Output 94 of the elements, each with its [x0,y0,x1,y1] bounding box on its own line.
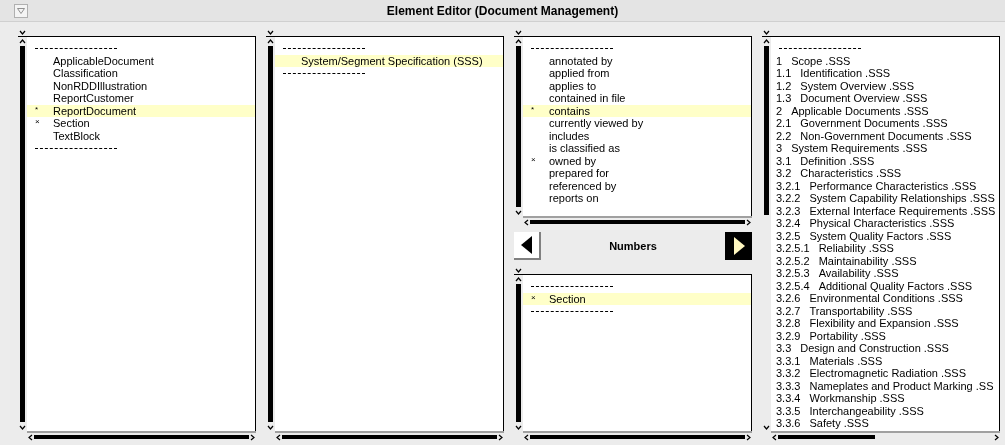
horizontal-scrollbar[interactable] [523,431,752,441]
outline-item[interactable]: 3.3.3 Nameplates and Product Marking .SS [771,379,999,392]
vertical-scrollbar[interactable] [762,37,771,431]
navigator-label: Numbers [609,238,657,254]
triangle-down-icon [17,7,25,14]
list-item[interactable]: NonRDDIllustration [27,79,255,92]
list-item[interactable]: currently viewed by [523,117,751,130]
outline-item[interactable]: 3.2.7 Transportability .SSS [771,304,999,317]
outline-item[interactable]: 3.2.8 Flexibility and Expansion .SSS [771,317,999,330]
list-item[interactable]: ApplicableDocument [27,54,255,67]
scroll-up-icon [763,37,770,45]
outline-item[interactable]: 1 Scope .SSS [771,54,999,67]
vertical-scrollbar[interactable] [18,37,27,431]
outline-item[interactable]: 3.3 Design and Construction .SSS [771,342,999,355]
list-item[interactable]: * contains [523,104,751,117]
outline-item[interactable]: 3.2.5 System Quality Factors .SSS [771,229,999,242]
scroll-left-icon [275,433,282,441]
list-item[interactable]: applied from [523,67,751,80]
list-item[interactable]: contained in file [523,92,751,105]
outline-item[interactable]: 2.2 Non-Government Documents .SSS [771,129,999,142]
scroll-right-icon [745,218,752,226]
horizontal-scrollbar[interactable] [523,216,752,226]
list-item[interactable]: System/Segment Specification (SSS) [275,54,503,67]
list-item[interactable]: reports on [523,192,751,205]
scroll-left-icon [771,433,778,441]
next-button[interactable] [725,232,752,260]
outline-item[interactable]: 3.2.4 Physical Characteristics .SSS [771,217,999,230]
scroll-up-icon [515,275,522,283]
scroll-down-icon [515,208,522,216]
scroll-right-icon [497,433,504,441]
list-item[interactable]: TextBlock [27,129,255,142]
scroll-down-icon [267,423,274,431]
outline-item[interactable]: 3.3.1 Materials .SSS [771,354,999,367]
list-item[interactable]: × Section [523,292,751,305]
outline-item[interactable]: 3.2.5.3 Availability .SSS [771,267,999,280]
previous-button[interactable] [514,232,541,260]
collapse-button[interactable] [514,266,522,274]
window-title: Element Editor (Document Management) [385,2,620,20]
outline-item[interactable]: 3.2.5.1 Reliability .SSS [771,242,999,255]
scroll-down-icon [763,423,770,431]
collapse-button[interactable] [18,28,26,36]
right-triangle-icon [732,237,745,255]
list-item[interactable]: is classified as [523,142,751,155]
window-menu-button[interactable] [14,3,28,18]
list-item[interactable]: × Section [27,117,255,130]
list-item[interactable]: annotated by [523,54,751,67]
list-item[interactable]: prepared for [523,167,751,180]
scroll-left-icon [523,433,530,441]
outline-item[interactable]: 1.3 Document Overview .SSS [771,92,999,105]
outline-item[interactable]: 2 Applicable Documents .SSS [771,104,999,117]
outline-item[interactable]: 3.1 Definition .SSS [771,154,999,167]
list-item[interactable]: includes [523,129,751,142]
outline-item[interactable]: 3.2.6 Environmental Conditions .SSS [771,292,999,305]
horizontal-scrollbar[interactable] [771,431,1000,441]
outline-item[interactable]: 3.2.9 Portability .SSS [771,329,999,342]
scroll-right-icon [249,433,256,441]
vertical-scrollbar[interactable] [266,37,275,431]
outline-item[interactable]: 3.3.2 Electromagnetic Radiation .SSS [771,367,999,380]
outline-item[interactable]: 3.3.5 Interchangeability .SSS [771,404,999,417]
outline-item[interactable]: 1.1 Identification .SSS [771,67,999,80]
scroll-right-icon [745,433,752,441]
outline-item[interactable]: 3 System Requirements .SSS [771,142,999,155]
outline-item[interactable]: 3.2.5.4 Additional Quality Factors .SSS [771,279,999,292]
vertical-scrollbar[interactable] [514,37,523,216]
list-item[interactable]: ReportCustomer [27,92,255,105]
left-triangle-icon [520,236,533,254]
list-item[interactable]: referenced by [523,179,751,192]
vertical-scrollbar[interactable] [514,275,523,431]
outline-item[interactable]: 3.3.4 Workmanship .SSS [771,392,999,405]
outline-item[interactable]: 3.2.3 External Interface Requirements .SSS [771,204,999,217]
scroll-down-icon [19,423,26,431]
scroll-left-icon [523,218,530,226]
list-item[interactable]: Classification [27,67,255,80]
collapse-button[interactable] [514,28,522,36]
scroll-down-icon [515,423,522,431]
list-item[interactable]: applies to [523,79,751,92]
outline-item[interactable]: 3.3.6 Safety .SSS [771,417,999,430]
collapse-button[interactable] [762,28,770,36]
outline-item[interactable]: 3.2 Characteristics .SSS [771,167,999,180]
outline-item[interactable]: 2.1 Government Documents .SSS [771,117,999,130]
collapse-button[interactable] [266,28,274,36]
list-item[interactable]: * ReportDocument [27,104,255,117]
outline-item[interactable]: 1.2 System Overview .SSS [771,79,999,92]
scroll-left-icon [27,433,34,441]
scroll-up-icon [267,37,274,45]
horizontal-scrollbar[interactable] [27,431,256,441]
outline-item[interactable]: 3.2.1 Performance Characteristics .SSS [771,179,999,192]
outline-item[interactable]: 3.2.5.2 Maintainability .SSS [771,254,999,267]
outline-item[interactable]: 3.2.2 System Capability Relationships .SSS [771,192,999,205]
scroll-right-icon [993,433,1000,441]
list-item[interactable]: × owned by [523,154,751,167]
horizontal-scrollbar[interactable] [275,431,504,441]
scroll-up-icon [515,37,522,45]
scroll-up-icon [19,37,26,45]
